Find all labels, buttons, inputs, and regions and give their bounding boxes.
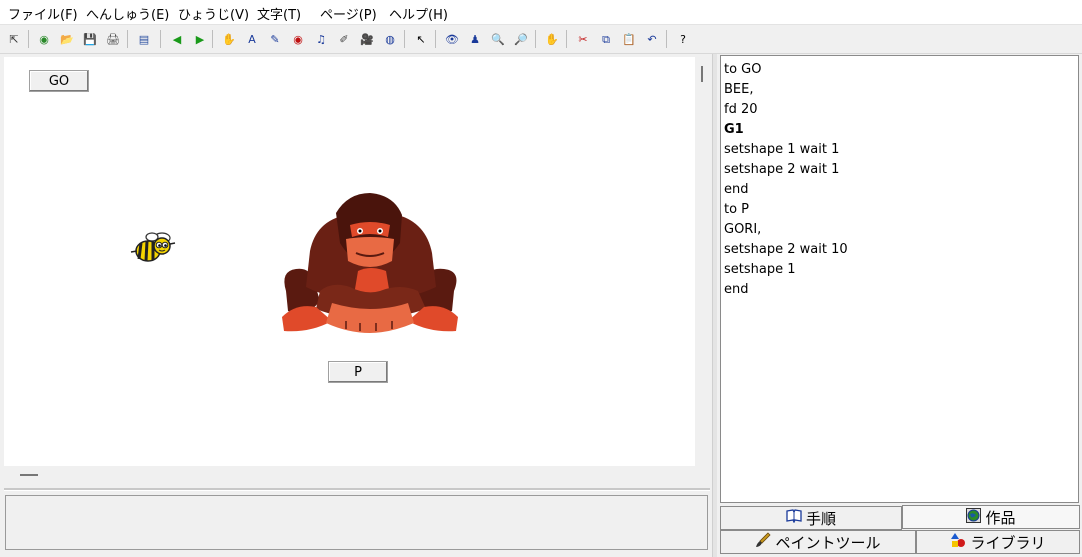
open-folder-icon[interactable]: 📂: [57, 29, 77, 49]
code-line[interactable]: to P: [724, 200, 1075, 220]
back-arrow-icon[interactable]: ◀: [167, 29, 187, 49]
toolbar-separator: [666, 30, 667, 48]
toolbar-separator: [160, 30, 161, 48]
code-line[interactable]: setshape 2 wait 10: [724, 240, 1075, 260]
paint-brush-icon: [755, 532, 772, 552]
tab-library-label: ライブラリ: [970, 533, 1046, 552]
code-line[interactable]: fd 20: [724, 100, 1075, 120]
code-line[interactable]: BEE,: [724, 80, 1075, 100]
tab-procedure[interactable]: 手順: [720, 506, 902, 530]
stage-resize-handle[interactable]: [20, 474, 38, 476]
stage-scroll-handle[interactable]: [701, 66, 703, 82]
toolbar-separator: [28, 30, 29, 48]
music-note-icon[interactable]: ♫: [311, 29, 331, 49]
toolbar-separator: [435, 30, 436, 48]
code-line[interactable]: end: [724, 180, 1075, 200]
p-button[interactable]: P: [328, 361, 388, 383]
toolbar-separator: [535, 30, 536, 48]
print-icon[interactable]: 🖨: [103, 29, 123, 49]
code-line[interactable]: setshape 1: [724, 260, 1075, 280]
globe-stamp-icon[interactable]: ◍: [380, 29, 400, 49]
tab-works-label: 作品: [985, 508, 1016, 527]
pointer-small-icon[interactable]: ⇱: [4, 29, 24, 49]
message-area[interactable]: [5, 495, 708, 550]
pencil-line-icon[interactable]: ✎: [265, 29, 285, 49]
menu-bar: ファイル(F) へんしゅう(E) ひょうじ(V) 文字(T) ページ(P) ヘル…: [0, 0, 1082, 25]
book-icon: [786, 509, 802, 527]
cut-scissors-icon[interactable]: ✂: [573, 29, 593, 49]
person-stamp-icon[interactable]: ♟: [465, 29, 485, 49]
menu-edit[interactable]: へんしゅう(E): [86, 4, 169, 23]
bee-sprite[interactable]: [128, 230, 176, 268]
page-view-icon[interactable]: ▤: [134, 29, 154, 49]
toolbar-separator: [566, 30, 567, 48]
code-line[interactable]: G1: [724, 120, 1075, 140]
tab-library[interactable]: ライブラリ: [916, 530, 1080, 554]
code-line[interactable]: to GO: [724, 60, 1075, 80]
copy-icon[interactable]: ⧉: [596, 29, 616, 49]
menu-file[interactable]: ファイル(F): [8, 4, 78, 23]
look-eye-icon[interactable]: 👁: [442, 29, 462, 49]
stop-hand-icon[interactable]: ✋: [542, 29, 562, 49]
tab-paint-tool-label: ペイントツール: [775, 533, 881, 552]
code-line[interactable]: setshape 1 wait 1: [724, 140, 1075, 160]
undo-icon[interactable]: ↶: [642, 29, 662, 49]
stage-canvas[interactable]: GO P: [4, 57, 695, 466]
zoom-in-icon[interactable]: 🔍: [488, 29, 508, 49]
code-line[interactable]: GORI,: [724, 220, 1075, 240]
turtle-hand-icon[interactable]: ✋: [219, 29, 239, 49]
help-icon[interactable]: ?: [673, 29, 693, 49]
gorilla-sprite[interactable]: [276, 191, 464, 337]
pane-splitter[interactable]: [712, 54, 717, 557]
world-icon[interactable]: ◉: [34, 29, 54, 49]
go-button[interactable]: GO: [29, 70, 89, 92]
text-box-icon[interactable]: A: [242, 29, 262, 49]
shapes-icon: [950, 532, 966, 552]
code-line[interactable]: setshape 2 wait 1: [724, 160, 1075, 180]
brush-icon[interactable]: ✐: [334, 29, 354, 49]
save-disk-icon[interactable]: 💾: [80, 29, 100, 49]
menu-text[interactable]: 文字(T): [257, 4, 301, 23]
eye-red-icon[interactable]: ◉: [288, 29, 308, 49]
toolbar: ⇱ ◉ 📂 💾 🖨 ▤ ◀ ▶ ✋ A ✎ ◉ ♫ ✐ 🎥 ◍ ↖ 👁 ♟ 🔍 🔎 ✋ ✂ ⧉ 📋 ↶?: [0, 25, 1082, 54]
tab-procedure-label: 手順: [805, 509, 836, 528]
forward-arrow-icon[interactable]: ▶: [190, 29, 210, 49]
toolbar-separator: [404, 30, 405, 48]
paste-icon[interactable]: 📋: [619, 29, 639, 49]
menu-view[interactable]: ひょうじ(V): [178, 4, 249, 23]
works-globe-icon: [966, 507, 982, 527]
menu-page[interactable]: ページ(P): [320, 4, 377, 23]
code-line[interactable]: end: [724, 280, 1075, 300]
stage-divider: [4, 488, 710, 491]
procedure-editor[interactable]: to GO BEE, fd 20 G1 setshape 1 wait 1 setshap…: [720, 55, 1079, 503]
toolbar-separator: [212, 30, 213, 48]
tab-paint-tool[interactable]: ペイントツール: [720, 530, 916, 554]
menu-help[interactable]: ヘルプ(H): [389, 4, 448, 23]
tab-works[interactable]: 作品: [902, 505, 1080, 529]
zoom-out-icon[interactable]: 🔎: [511, 29, 531, 49]
camera-icon[interactable]: 🎥: [357, 29, 377, 49]
toolbar-separator: [127, 30, 128, 48]
arrow-cursor-icon[interactable]: ↖: [411, 29, 431, 49]
